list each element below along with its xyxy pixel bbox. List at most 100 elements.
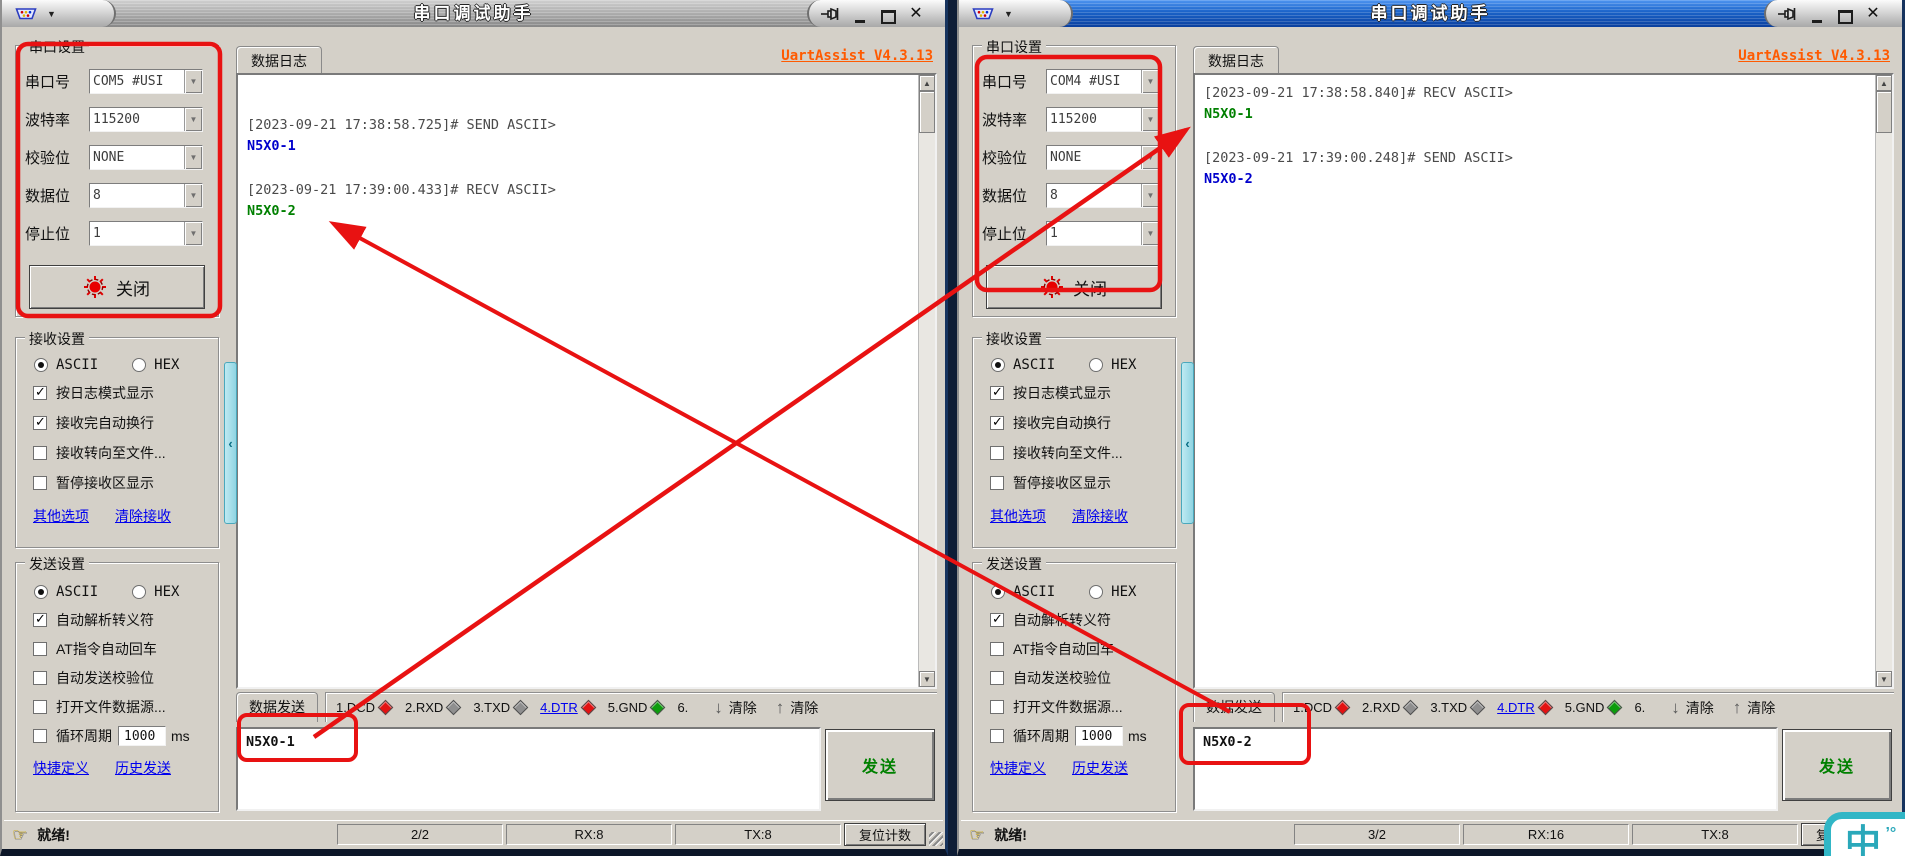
titlebar[interactable]: 串口调试助手 ▼ ✕ [2, 0, 945, 27]
send-ascii-radio[interactable] [34, 585, 48, 599]
data-log-area[interactable]: [2023-09-21 17:38:58.840]# RECV ASCII> N… [1193, 73, 1894, 689]
send-hex-radio[interactable] [1089, 585, 1103, 599]
panel-collapse-handle[interactable]: ‹ [224, 362, 237, 524]
baud-select[interactable]: 115200▼ [89, 107, 203, 132]
scroll-thumb[interactable] [1876, 91, 1892, 133]
at-cr-checkbox[interactable] [33, 642, 47, 656]
scroll-up-icon[interactable]: ▲ [919, 75, 935, 91]
send-data-input[interactable]: N5X0-1 [236, 727, 821, 811]
log-mode-checkbox[interactable] [990, 386, 1004, 400]
history-send-link[interactable]: 历史发送 [1072, 758, 1128, 778]
pin-icon[interactable] [821, 7, 841, 21]
panel-collapse-handle[interactable]: ‹ [1181, 362, 1194, 524]
port-select[interactable]: COM4 #USI▼ [1046, 69, 1160, 94]
auto-checksum-checkbox[interactable] [990, 671, 1004, 685]
recv-ascii-radio[interactable] [34, 358, 48, 372]
send-hex-radio[interactable] [132, 585, 146, 599]
databits-select[interactable]: 8▼ [89, 183, 203, 208]
serial-connector-app-icon[interactable] [14, 6, 38, 22]
cycle-period-input[interactable]: 1000 [118, 726, 166, 746]
history-send-link[interactable]: 历史发送 [115, 758, 171, 778]
scroll-thumb[interactable] [919, 91, 935, 133]
chevron-down-icon[interactable]: ▼ [184, 222, 202, 245]
other-options-link[interactable]: 其他选项 [33, 506, 89, 526]
stopbits-select[interactable]: 1▼ [89, 221, 203, 246]
log-mode-checkbox[interactable] [33, 386, 47, 400]
other-options-link[interactable]: 其他选项 [990, 506, 1046, 526]
shortcut-define-link[interactable]: 快捷定义 [990, 758, 1046, 778]
parity-select[interactable]: NONE▼ [1046, 145, 1160, 170]
chevron-down-icon[interactable]: ▼ [184, 70, 202, 93]
close-icon[interactable]: ✕ [1864, 0, 1882, 27]
close-port-button[interactable]: 关闭 [29, 265, 205, 309]
cycle-period-input[interactable]: 1000 [1075, 726, 1123, 746]
scrollbar[interactable]: ▲ ▼ [918, 75, 935, 687]
minimize-button[interactable] [851, 5, 869, 23]
auto-newline-checkbox[interactable] [990, 416, 1004, 430]
scroll-down-icon[interactable]: ▼ [1876, 671, 1892, 687]
close-icon[interactable]: ✕ [907, 0, 925, 27]
scrollbar[interactable]: ▲ ▼ [1875, 75, 1892, 687]
pause-display-checkbox[interactable] [33, 476, 47, 490]
reset-count-button[interactable]: 复位计数 [844, 823, 926, 846]
close-port-button[interactable]: 关闭 [986, 265, 1162, 309]
send-data-input[interactable]: N5X0-2 [1193, 727, 1778, 811]
chevron-down-icon[interactable]: ▼ [1141, 108, 1159, 131]
maximize-button[interactable] [1836, 4, 1854, 24]
cycle-checkbox[interactable] [990, 729, 1004, 743]
escape-parse-checkbox[interactable] [33, 613, 47, 627]
shortcut-define-link[interactable]: 快捷定义 [33, 758, 89, 778]
databits-select[interactable]: 8▼ [1046, 183, 1160, 208]
escape-parse-checkbox[interactable] [990, 613, 1004, 627]
baud-select[interactable]: 115200▼ [1046, 107, 1160, 132]
system-menu-dropdown-icon[interactable]: ▼ [47, 9, 56, 19]
titlebar[interactable]: 串口调试助手 ▼ ✕ [959, 0, 1902, 27]
recv-hex-radio[interactable] [1089, 358, 1103, 372]
chevron-down-icon[interactable]: ▼ [1141, 222, 1159, 245]
at-cr-checkbox[interactable] [990, 642, 1004, 656]
serial-connector-app-icon[interactable] [971, 6, 995, 22]
uartassist-version-link[interactable]: UartAssist V4.3.13 [1738, 48, 1890, 64]
auto-checksum-checkbox[interactable] [33, 671, 47, 685]
scroll-up-icon[interactable]: ▲ [1876, 75, 1892, 91]
send-ascii-radio[interactable] [991, 585, 1005, 599]
clear-send-button[interactable]: ↓清除 [714, 698, 757, 718]
log-entry: [2023-09-21 17:38:58.725]# SEND ASCII> N… [247, 115, 918, 157]
chevron-down-icon[interactable]: ▼ [184, 146, 202, 169]
port-select[interactable]: COM5 #USI▼ [89, 69, 203, 94]
recv-to-file-checkbox[interactable] [990, 446, 1004, 460]
clear-receive-link[interactable]: 清除接收 [115, 506, 171, 526]
clear-send-button[interactable]: ↓清除 [1671, 698, 1714, 718]
clear-receive-link[interactable]: 清除接收 [1072, 506, 1128, 526]
chevron-down-icon[interactable]: ▼ [1141, 146, 1159, 169]
parity-select[interactable]: NONE▼ [89, 145, 203, 170]
recv-to-file-checkbox[interactable] [33, 446, 47, 460]
auto-newline-checkbox[interactable] [33, 416, 47, 430]
file-source-checkbox[interactable] [990, 700, 1004, 714]
tab-data-send[interactable]: 数据发送 [1193, 692, 1275, 722]
send-button[interactable]: 发送 [825, 729, 935, 801]
pin-icon[interactable] [1778, 7, 1798, 21]
chevron-down-icon[interactable]: ▼ [184, 184, 202, 207]
recv-hex-radio[interactable] [132, 358, 146, 372]
chevron-down-icon[interactable]: ▼ [1141, 184, 1159, 207]
scroll-down-icon[interactable]: ▼ [919, 671, 935, 687]
chevron-down-icon[interactable]: ▼ [1141, 70, 1159, 93]
minimize-button[interactable] [1808, 5, 1826, 23]
resize-grip[interactable] [929, 832, 943, 846]
recv-ascii-radio[interactable] [991, 358, 1005, 372]
clear-receive-button[interactable]: ↑清除 [776, 698, 819, 718]
maximize-button[interactable] [879, 4, 897, 24]
system-menu-dropdown-icon[interactable]: ▼ [1004, 9, 1013, 19]
send-button[interactable]: 发送 [1782, 729, 1892, 801]
chevron-down-icon[interactable]: ▼ [184, 108, 202, 131]
data-log-area[interactable]: [2023-09-21 17:38:58.725]# SEND ASCII> N… [236, 73, 937, 689]
tab-data-send[interactable]: 数据发送 [236, 692, 318, 722]
stopbits-select[interactable]: 1▼ [1046, 221, 1160, 246]
parity-value: NONE [1047, 146, 1141, 169]
file-source-checkbox[interactable] [33, 700, 47, 714]
pause-display-checkbox[interactable] [990, 476, 1004, 490]
clear-receive-button[interactable]: ↑清除 [1733, 698, 1776, 718]
uartassist-version-link[interactable]: UartAssist V4.3.13 [781, 48, 933, 64]
cycle-checkbox[interactable] [33, 729, 47, 743]
